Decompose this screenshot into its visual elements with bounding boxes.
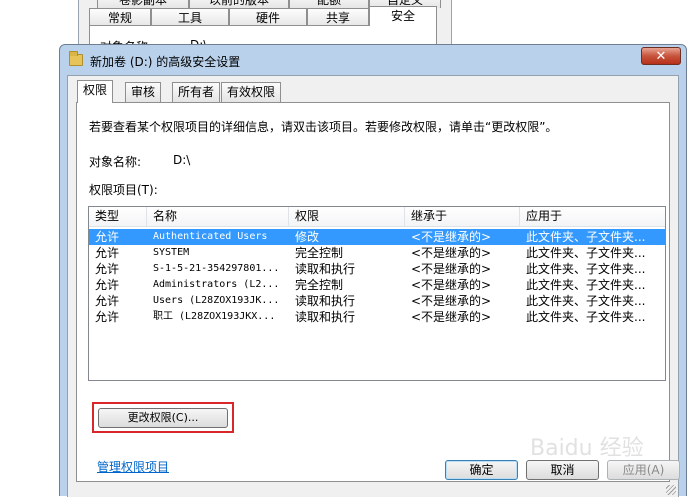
folder-icon — [69, 51, 83, 66]
cell-inherited-from: <不是继承的> — [411, 246, 492, 260]
table-row[interactable]: 允许 Administrators (L2... 完全控制 <不是继承的> 此文件夹、子… — [89, 277, 665, 293]
dialog-client-area: 权限 审核 所有者 有效权限 若要查看某个权限项目的详细信息，请双击该项目。若要… — [67, 75, 680, 497]
cell-inherited-from: <不是继承的> — [411, 262, 492, 276]
close-icon: ✕ — [655, 49, 667, 64]
table-row[interactable]: 允许 Authenticated Users 修改 <不是继承的> 此文件夹、子文件夹.… — [89, 229, 665, 245]
cell-permission: 读取和执行 — [295, 310, 356, 324]
advanced-security-dialog: 新加卷 (D:) 的高级安全设置 ✕ 权限 审核 所有者 有效权限 若要查看某个… — [59, 44, 687, 497]
cancel-button[interactable]: 取消 — [526, 460, 599, 480]
background-properties-dialog: 卷影副本 以前的版本 配额 自定义 常规 工具 硬件 共享 安全 对象名称: D… — [78, 0, 452, 55]
cell-inherited-from: <不是继承的> — [411, 278, 492, 292]
cell-permission: 完全控制 — [295, 278, 344, 292]
column-inherited-from[interactable]: 继承于 — [405, 207, 520, 227]
tab-effective-permissions[interactable]: 有效权限 — [221, 82, 282, 102]
tab-permissions[interactable]: 权限 — [77, 80, 114, 103]
column-type[interactable]: 类型 — [89, 207, 147, 227]
cell-type: 允许 — [95, 278, 120, 292]
highlight-box — [92, 402, 234, 433]
info-text: 若要查看某个权限项目的详细信息，请双击该项目。若要修改权限，请单击“更改权限”。 — [89, 120, 558, 134]
bg-tab-previous-versions[interactable]: 以前的版本 — [189, 0, 289, 8]
table-row[interactable]: 允许 Users (L28ZOX193JK... 读取和执行 <不是继承的> 此文件夹、… — [89, 293, 665, 309]
bg-tab-hardware[interactable]: 硬件 — [229, 8, 307, 26]
cell-permission: 修改 — [295, 230, 320, 244]
cell-type: 允许 — [95, 310, 120, 324]
column-permission[interactable]: 权限 — [289, 207, 405, 227]
bg-tab-shadow-copies[interactable]: 卷影副本 — [97, 0, 189, 8]
cell-permission: 读取和执行 — [295, 294, 356, 308]
cell-type: 允许 — [95, 262, 120, 276]
title-bar[interactable]: 新加卷 (D:) 的高级安全设置 ✕ — [60, 45, 686, 75]
manage-permission-entries-link[interactable]: 管理权限项目 — [97, 458, 169, 475]
bg-tab-tools[interactable]: 工具 — [151, 8, 229, 26]
bg-tab-quota[interactable]: 配额 — [289, 0, 369, 8]
apply-button[interactable]: 应用(A) — [607, 460, 680, 480]
bg-tab-sharing[interactable]: 共享 — [307, 8, 369, 26]
table-row[interactable]: 允许 SYSTEM 完全控制 <不是继承的> 此文件夹、子文件夹... — [89, 245, 665, 261]
column-applies-to[interactable]: 应用于 — [520, 207, 665, 227]
column-name[interactable]: 名称 — [147, 207, 289, 227]
cell-permission: 完全控制 — [295, 246, 344, 260]
cell-type: 允许 — [95, 294, 120, 308]
tab-auditing[interactable]: 审核 — [125, 82, 162, 102]
object-name-value: D:\ — [173, 153, 191, 167]
table-row[interactable]: 允许 职工 (L28ZOX193JKX... 读取和执行 <不是继承的> 此文件夹、子文… — [89, 309, 665, 325]
cell-applies-to: 此文件夹、子文件夹... — [526, 294, 646, 308]
resize-grip-icon[interactable] — [666, 485, 676, 495]
cell-applies-to: 此文件夹、子文件夹... — [526, 310, 646, 324]
cell-permission: 读取和执行 — [295, 262, 356, 276]
cell-inherited-from: <不是继承的> — [411, 230, 492, 244]
cell-name: 职工 (L28ZOX193JKX... — [153, 311, 276, 322]
close-button[interactable]: ✕ — [641, 47, 681, 65]
cell-name: S-1-5-21-354297801... — [153, 263, 280, 274]
bg-tab-security[interactable]: 安全 — [369, 6, 437, 26]
cell-name: Users (L28ZOX193JK... — [153, 295, 280, 306]
cell-name: SYSTEM — [153, 247, 190, 258]
cell-type: 允许 — [95, 246, 120, 260]
tab-owner[interactable]: 所有者 — [172, 82, 221, 102]
cell-applies-to: 此文件夹、子文件夹... — [526, 230, 646, 244]
cell-applies-to: 此文件夹、子文件夹... — [526, 262, 646, 276]
permission-entries-label: 权限项目(T): — [89, 183, 158, 197]
cell-applies-to: 此文件夹、子文件夹... — [526, 246, 646, 260]
cell-inherited-from: <不是继承的> — [411, 310, 492, 324]
list-header: 类型 名称 权限 继承于 应用于 — [89, 207, 665, 227]
dialog-title: 新加卷 (D:) 的高级安全设置 — [90, 55, 241, 69]
permission-entries-list[interactable]: 类型 名称 权限 继承于 应用于 允许 Authenticated Users 修改… — [88, 206, 666, 381]
cell-applies-to: 此文件夹、子文件夹... — [526, 278, 646, 292]
cell-name: Administrators (L2... — [153, 279, 280, 290]
cell-inherited-from: <不是继承的> — [411, 294, 492, 308]
permissions-tab-panel: 若要查看某个权限项目的详细信息，请双击该项目。若要修改权限，请单击“更改权限”。… — [76, 102, 670, 482]
object-name-label: 对象名称: — [89, 155, 142, 169]
cell-name: Authenticated Users — [153, 231, 268, 242]
table-row[interactable]: 允许 S-1-5-21-354297801... 读取和执行 <不是继承的> 此文件夹、… — [89, 261, 665, 277]
bg-tab-general[interactable]: 常规 — [89, 8, 151, 26]
cell-type: 允许 — [95, 230, 120, 244]
ok-button[interactable]: 确定 — [445, 460, 518, 480]
